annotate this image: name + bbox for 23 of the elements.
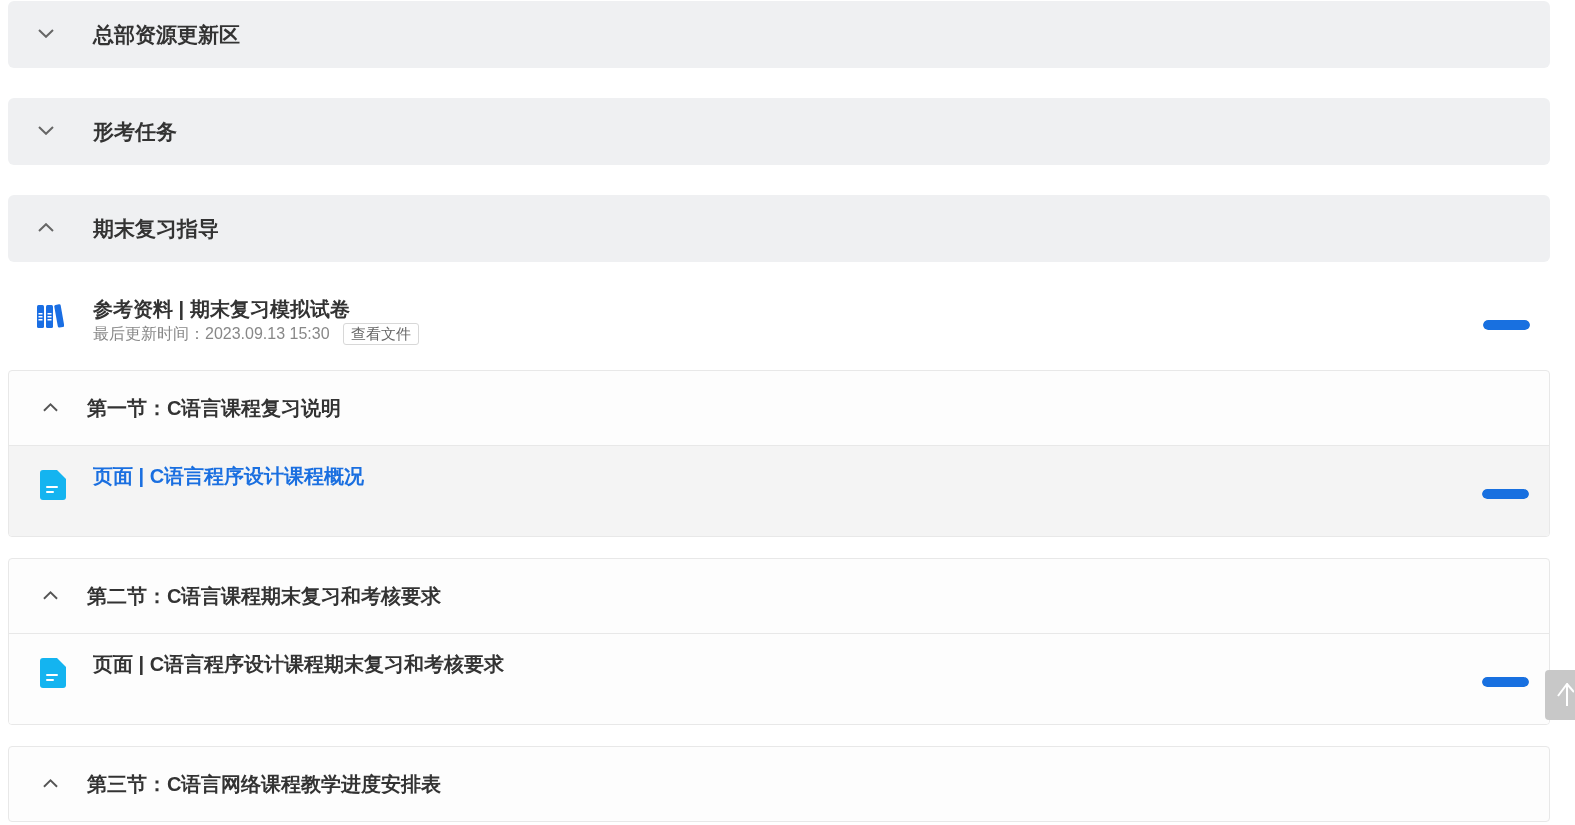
- document-icon: [40, 470, 66, 500]
- section-header[interactable]: 第一节：C语言课程复习说明: [9, 371, 1549, 445]
- page-item[interactable]: 页面 | C语言程序设计课程期末复习和考核要求: [9, 633, 1549, 724]
- chapter-title: 期末复习指导: [93, 215, 219, 242]
- section-header[interactable]: 第三节：C语言网络课程教学进度安排表: [9, 747, 1549, 821]
- section-title: 第二节：C语言课程期末复习和考核要求: [87, 583, 442, 609]
- chapter-header[interactable]: 期末复习指导: [8, 195, 1550, 262]
- document-icon: [40, 658, 66, 688]
- item-title: 页面 | C语言程序设计课程概况: [93, 465, 365, 487]
- chapter-header[interactable]: 形考任务: [8, 98, 1550, 165]
- chapter-title: 形考任务: [93, 118, 177, 145]
- page-item[interactable]: 页面 | C语言程序设计课程概况: [9, 445, 1549, 536]
- books-icon: [37, 304, 64, 329]
- back-to-top-button[interactable]: [1545, 670, 1575, 720]
- chapter-title: 总部资源更新区: [93, 21, 240, 48]
- resource-title[interactable]: 参考资料 | 期末复习模拟试卷: [93, 297, 419, 321]
- chapter-header[interactable]: 总部资源更新区: [8, 1, 1550, 68]
- update-time-text: 最后更新时间：2023.09.13 15:30: [93, 323, 330, 344]
- item-title: 页面 | C语言程序设计课程期末复习和考核要求: [93, 653, 505, 675]
- section-header[interactable]: 第二节：C语言课程期末复习和考核要求: [9, 559, 1549, 633]
- section-title: 第三节：C语言网络课程教学进度安排表: [87, 771, 442, 797]
- section-title: 第一节：C语言课程复习说明: [87, 395, 342, 421]
- view-file-button[interactable]: 查看文件: [342, 323, 419, 345]
